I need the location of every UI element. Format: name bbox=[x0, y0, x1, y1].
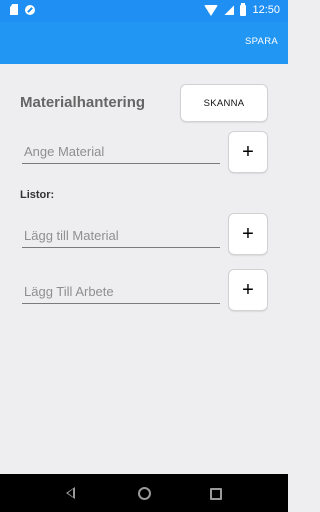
status-bar: 12:50 bbox=[0, 0, 288, 22]
back-icon[interactable] bbox=[66, 487, 75, 499]
status-right: 12:50 bbox=[204, 2, 280, 17]
add-work-input[interactable] bbox=[22, 280, 220, 304]
app-screen: 12:50 SPARA Materialhantering SKANNA + L… bbox=[0, 0, 288, 512]
recents-icon[interactable] bbox=[210, 488, 222, 500]
add-material-entry-button[interactable]: + bbox=[228, 131, 268, 173]
navigation-bar bbox=[0, 474, 288, 512]
app-bar: SPARA bbox=[0, 22, 288, 64]
status-left bbox=[10, 4, 35, 15]
signal-icon bbox=[224, 5, 235, 15]
material-input[interactable] bbox=[22, 140, 220, 164]
page-title: Materialhantering bbox=[20, 94, 146, 111]
save-button[interactable]: SPARA bbox=[243, 34, 280, 49]
battery-icon bbox=[240, 2, 247, 16]
add-material-input[interactable] bbox=[22, 224, 220, 248]
wifi-icon bbox=[204, 4, 219, 16]
status-clock: 12:50 bbox=[252, 4, 280, 16]
sync-icon bbox=[25, 4, 35, 15]
home-icon[interactable] bbox=[138, 487, 151, 500]
lists-label: Listor: bbox=[20, 189, 55, 201]
add-material-list-button[interactable]: + bbox=[228, 213, 268, 255]
sd-card-icon bbox=[10, 4, 18, 15]
scan-button[interactable]: SKANNA bbox=[180, 84, 268, 122]
add-work-button[interactable]: + bbox=[228, 269, 268, 311]
